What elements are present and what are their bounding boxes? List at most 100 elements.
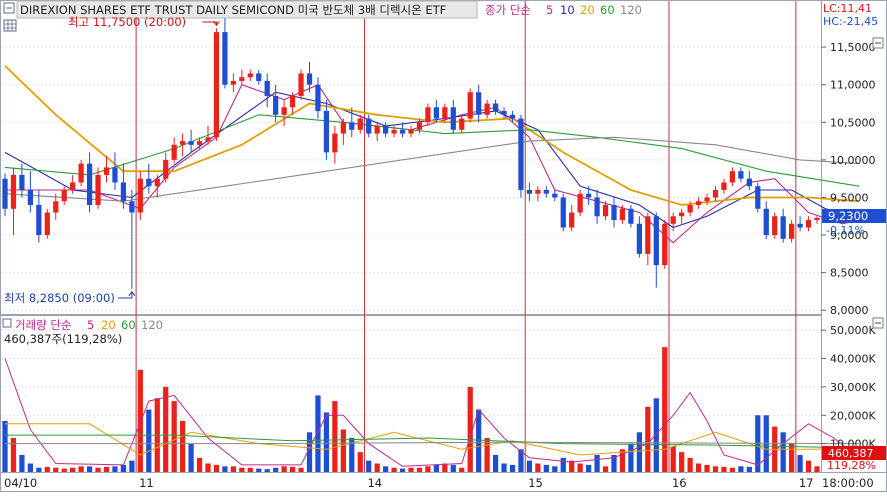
- volume-bar: [789, 443, 795, 472]
- candle-body: [163, 159, 169, 179]
- candle-body: [552, 193, 558, 198]
- candle-body: [805, 220, 812, 228]
- candle-body: [391, 129, 397, 134]
- volume-tick-label: 50,000K: [830, 324, 876, 337]
- candle-body: [95, 174, 101, 205]
- volume-bar: [10, 437, 17, 472]
- low-annotation: 최저 8,2850 (09:00): [4, 291, 115, 305]
- volume-bar: [484, 437, 490, 472]
- candle-body: [755, 186, 761, 209]
- candle-body: [662, 223, 668, 266]
- volume-bar: [273, 467, 279, 472]
- candle-body: [687, 204, 693, 213]
- candle-body: [180, 141, 186, 145]
- candle-body: [602, 204, 609, 217]
- candle-body: [501, 111, 507, 115]
- candle-body: [19, 174, 25, 190]
- time-label: 04/10: [4, 476, 37, 490]
- volume-bar: [721, 466, 727, 472]
- candle-body: [433, 107, 439, 119]
- volume-bar: [653, 398, 659, 472]
- volume-bar: [196, 457, 203, 472]
- candle-body: [86, 163, 93, 205]
- volume-bar: [239, 467, 245, 472]
- candle-body: [2, 178, 8, 209]
- price-tick-label: 9,5000: [830, 191, 869, 204]
- volume-bar: [459, 467, 465, 472]
- candle-body: [408, 129, 414, 134]
- candle-body: [780, 216, 786, 239]
- volume-bar: [670, 446, 676, 472]
- candle-body: [670, 216, 676, 224]
- volume-bar: [628, 443, 634, 472]
- candle-body: [196, 141, 203, 145]
- candle-body: [281, 107, 287, 115]
- price-tick-label: 8,5000: [830, 267, 869, 280]
- price-tick-label: 11,5000: [830, 41, 876, 54]
- candle-body: [560, 197, 566, 228]
- volume-bar: [416, 467, 423, 472]
- volume-bar: [281, 466, 287, 472]
- candle-body: [772, 216, 778, 236]
- volume-bar: [704, 464, 710, 472]
- candle-body: [374, 126, 380, 134]
- volume-bar: [171, 401, 177, 472]
- candle-body: [78, 163, 84, 183]
- candle-body: [205, 137, 211, 142]
- vol-ma-5: 5: [87, 318, 94, 332]
- candle-body: [357, 118, 363, 130]
- candle-body: [492, 103, 499, 112]
- volume-bar: [264, 469, 270, 472]
- volume-bar: [399, 468, 406, 472]
- price-tick-label: 10,5000: [830, 116, 876, 129]
- candle-body: [36, 204, 42, 236]
- candle-body: [383, 126, 389, 134]
- volume-bar: [230, 466, 236, 472]
- volume-bar: [746, 466, 752, 472]
- candle-body: [70, 182, 76, 190]
- candle-body: [611, 204, 617, 221]
- candle-body: [459, 118, 465, 130]
- candle-body: [789, 223, 795, 239]
- volume-bar: [501, 463, 507, 472]
- price-tick-label: 10,0000: [830, 154, 876, 167]
- volume-bar: [188, 443, 194, 472]
- volume-bar: [383, 466, 389, 472]
- volume-bar: [36, 467, 42, 472]
- volume-bar: [323, 412, 330, 472]
- volume-bar: [27, 463, 33, 472]
- candle-body: [340, 122, 346, 134]
- candle-body: [188, 141, 194, 145]
- candle-body: [586, 193, 592, 198]
- volume-bar: [729, 467, 736, 472]
- volume-bar: [340, 429, 346, 472]
- candle-body: [289, 95, 296, 108]
- time-label: 11: [139, 476, 154, 490]
- ma-period-60: 60: [600, 3, 615, 17]
- candle-body: [535, 189, 541, 194]
- volume-pct: 119,28%: [827, 459, 876, 472]
- volume-bar: [408, 467, 414, 472]
- volume-bar: [78, 466, 84, 472]
- candle-body: [645, 216, 651, 254]
- volume-bar: [112, 466, 118, 472]
- candle-body: [399, 129, 406, 134]
- candle-body: [636, 223, 642, 254]
- vol-ma-60: 60: [121, 318, 136, 332]
- ma-period-20: 20: [580, 3, 595, 17]
- candle-body: [222, 32, 228, 85]
- candle-body: [239, 77, 245, 81]
- ma-label: 종가 단순: [485, 3, 531, 17]
- candle-body: [264, 80, 270, 96]
- volume-bar: [738, 466, 744, 472]
- volume-bar: [146, 409, 152, 472]
- candle-body: [27, 189, 33, 205]
- candle-body: [323, 111, 330, 153]
- candle-body: [61, 189, 67, 202]
- volume-bar: [450, 464, 456, 472]
- volume-menu-icon[interactable]: [2, 318, 12, 328]
- candle-body: [543, 189, 549, 194]
- candle-body: [518, 118, 524, 190]
- volume-bar: [602, 466, 609, 472]
- grid-icon[interactable]: [3, 19, 17, 32]
